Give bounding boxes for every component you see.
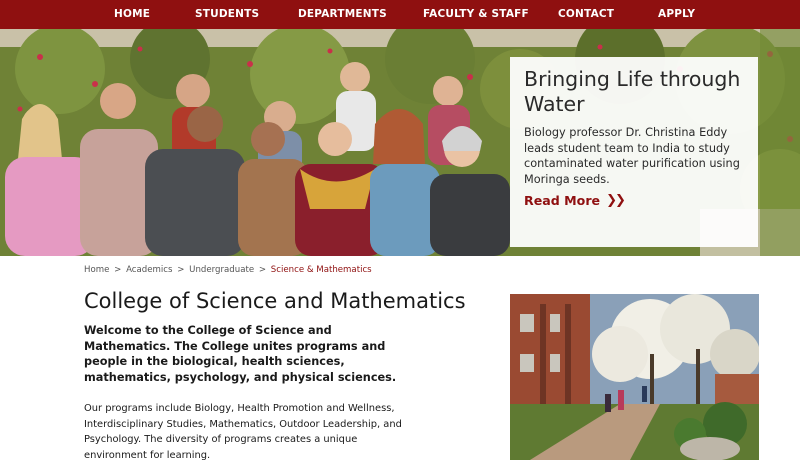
nav-departments[interactable]: DEPARTMENTS <box>298 8 387 20</box>
hero-title: Bringing Life through Water <box>524 67 741 116</box>
breadcrumb-separator: > <box>177 265 185 275</box>
intro-paragraph: Welcome to the College of Science and Ma… <box>84 324 397 384</box>
nav-home[interactable]: HOME <box>114 8 150 20</box>
programs-paragraph: Our programs include Biology, Health Pro… <box>84 403 402 461</box>
breadcrumb: Home > Academics > Undergraduate > Scien… <box>84 265 372 275</box>
breadcrumb-separator: > <box>114 265 122 275</box>
nav-students[interactable]: STUDENTS <box>195 8 259 20</box>
breadcrumb-home[interactable]: Home <box>84 265 109 275</box>
nav-contact[interactable]: CONTACT <box>558 8 614 20</box>
nav-faculty-staff[interactable]: FACULTY & STAFF <box>423 8 529 20</box>
breadcrumb-academics[interactable]: Academics <box>126 265 172 275</box>
nav-apply[interactable]: APPLY <box>658 8 695 20</box>
read-more-label: Read More <box>524 193 601 209</box>
hero-summary: Biology professor Dr. Christina Eddy lea… <box>524 126 740 186</box>
campus-photo <box>510 294 759 460</box>
read-more-link[interactable]: Read More ❯❯ <box>524 193 626 209</box>
breadcrumb-separator: > <box>258 265 267 275</box>
top-navigation: HOME STUDENTS DEPARTMENTS FACULTY & STAF… <box>0 0 800 29</box>
breadcrumb-current: Science & Mathematics <box>270 265 372 275</box>
hero-banner: Bringing Life through Water Biology prof… <box>0 29 800 256</box>
page-title: College of Science and Mathematics <box>84 289 466 313</box>
campus-photo-illustration <box>510 294 759 460</box>
hero-feature-card: Bringing Life through Water Biology prof… <box>510 57 758 247</box>
double-chevron-right-icon: ❯❯ <box>606 193 626 209</box>
breadcrumb-undergraduate[interactable]: Undergraduate <box>189 265 254 275</box>
